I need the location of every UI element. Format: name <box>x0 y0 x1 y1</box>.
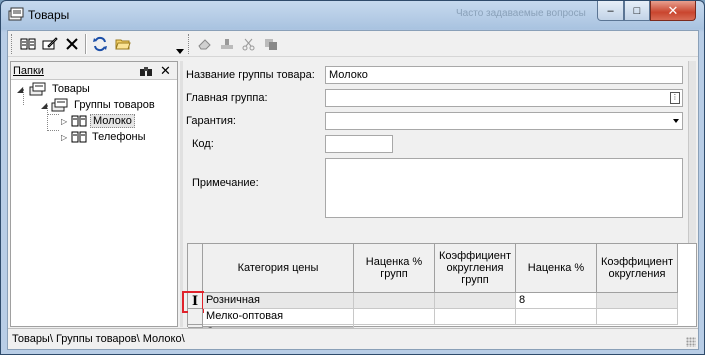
binoculars-icon[interactable] <box>139 64 153 78</box>
column-header[interactable]: Наценка % групп <box>354 244 435 293</box>
table-cell[interactable] <box>597 293 678 309</box>
panel-close-button[interactable]: ✕ <box>160 63 171 79</box>
folders-panel-title: Папки <box>13 65 44 77</box>
status-bar: Товары\ Группы товаров\ Молоко\ <box>8 328 698 349</box>
toolbar-dropdown-arrow[interactable] <box>176 49 184 54</box>
warranty-label: Гарантия: <box>186 115 236 127</box>
scissors-icon <box>242 38 255 51</box>
scissors-button[interactable] <box>238 34 260 54</box>
grid-corner <box>188 244 203 293</box>
tree-connector <box>47 114 59 115</box>
minimize-icon: – <box>607 4 614 17</box>
table-cell[interactable]: 8 <box>516 293 597 309</box>
folder-open-button[interactable] <box>112 34 134 54</box>
copy-button[interactable] <box>260 34 282 54</box>
main-group-field[interactable]: ⋮ <box>325 89 683 107</box>
collapsed-arrow-icon[interactable]: ▷ <box>61 117 67 126</box>
column-header[interactable]: Наценка % <box>516 244 597 293</box>
tree-item-label: Молоко <box>90 114 135 128</box>
edit-book-icon <box>42 37 58 50</box>
toolbar-separator <box>85 34 87 54</box>
tree-item-телефоны[interactable]: ▷ Телефоны <box>61 129 148 145</box>
copy-icon <box>265 39 277 50</box>
tree-item-label: Телефоны <box>92 131 146 143</box>
main-window: Товары Часто задаваемые вопросы – □ ✕ Па… <box>0 0 705 355</box>
note-label: Примечание: <box>192 177 259 189</box>
main-group-label: Главная группа: <box>186 92 268 104</box>
tree-connector <box>47 130 59 131</box>
minimize-button[interactable]: – <box>597 1 624 21</box>
open-book-icon <box>20 38 36 50</box>
row-header[interactable] <box>188 309 203 325</box>
group-folder-icon <box>51 98 68 112</box>
tree-item-молоко[interactable]: ▷ Молоко <box>61 113 135 129</box>
row-header[interactable]: I <box>182 291 204 313</box>
table-cell[interactable] <box>354 309 435 325</box>
book-icon <box>71 115 87 127</box>
eraser-button[interactable] <box>194 34 216 54</box>
refresh-icon <box>93 36 107 52</box>
table-cell[interactable] <box>516 309 597 325</box>
product-folder-icon <box>29 82 46 96</box>
book-icon <box>71 131 87 143</box>
tree-item-label: Товары <box>52 83 90 95</box>
title-bar[interactable]: Товары Часто задаваемые вопросы – □ ✕ <box>1 1 704 29</box>
text-cursor-icon: I <box>192 294 199 309</box>
close-button[interactable]: ✕ <box>650 1 696 21</box>
folders-panel-header: Папки ✕ <box>11 62 177 80</box>
toolbar-grip-2[interactable] <box>188 34 191 54</box>
expanded-arrow-icon[interactable]: ◢ <box>17 85 23 94</box>
client-area: Папки ✕ ◢ Товары ◢ Группы товаров ▷ Моло… <box>7 30 699 350</box>
warranty-select[interactable] <box>325 112 683 130</box>
price-category-grid: Категория цены Наценка % групп Коэффицие… <box>182 243 697 338</box>
tree-browse-icon[interactable]: ⋮ <box>670 92 680 104</box>
panel-splitter[interactable] <box>180 61 183 327</box>
table-cell[interactable] <box>435 293 516 309</box>
table-cell[interactable] <box>354 293 435 309</box>
column-header[interactable]: Коэффициент округления групп <box>435 244 516 293</box>
details-panel: Название группы товара: Молоко Главная г… <box>182 61 697 338</box>
column-header[interactable]: Коэффициент округления <box>597 244 678 293</box>
delete-button[interactable] <box>61 34 83 54</box>
edit-book-button[interactable] <box>39 34 61 54</box>
maximize-icon: □ <box>633 4 641 17</box>
stamp-icon <box>221 39 233 49</box>
tree-item-label: Группы товаров <box>74 99 155 111</box>
folder-open-icon <box>115 39 131 50</box>
toolbar-grip[interactable] <box>11 34 14 54</box>
code-label: Код: <box>192 138 214 150</box>
group-name-label: Название группы товара: <box>186 69 315 81</box>
toolbar <box>8 31 698 57</box>
tree-item-товары[interactable]: ◢ Товары <box>17 81 92 97</box>
close-icon: ✕ <box>667 2 679 18</box>
group-name-field[interactable]: Молоко <box>325 66 683 84</box>
code-field[interactable] <box>325 135 393 153</box>
table-cell[interactable]: Мелко-оптовая <box>203 309 354 325</box>
resize-grip[interactable] <box>686 337 696 347</box>
collapsed-arrow-icon[interactable]: ▷ <box>61 133 67 142</box>
open-book-button[interactable] <box>17 34 39 54</box>
table-cell[interactable]: Розничная <box>203 293 354 309</box>
stamp-button[interactable] <box>216 34 238 54</box>
status-path: Товары\ Группы товаров\ Молоко\ <box>12 333 185 345</box>
table-cell[interactable] <box>597 309 678 325</box>
chevron-down-icon[interactable] <box>673 119 679 123</box>
delete-icon <box>66 38 78 50</box>
background-window-title: Часто задаваемые вопросы <box>456 8 586 19</box>
table-cell[interactable] <box>435 309 516 325</box>
folders-panel: Папки ✕ ◢ Товары ◢ Группы товаров ▷ Моло… <box>10 61 178 327</box>
column-header[interactable]: Категория цены <box>203 244 354 293</box>
refresh-button[interactable] <box>89 34 111 54</box>
tree-item-группы-товаров[interactable]: ◢ Группы товаров <box>41 97 157 113</box>
app-icon <box>8 7 24 21</box>
group-name-value: Молоко <box>329 69 368 81</box>
eraser-icon <box>198 39 211 50</box>
window-title: Товары <box>28 8 70 22</box>
note-textarea[interactable] <box>325 158 683 218</box>
expanded-arrow-icon[interactable]: ◢ <box>41 101 47 110</box>
maximize-button[interactable]: □ <box>624 1 650 21</box>
